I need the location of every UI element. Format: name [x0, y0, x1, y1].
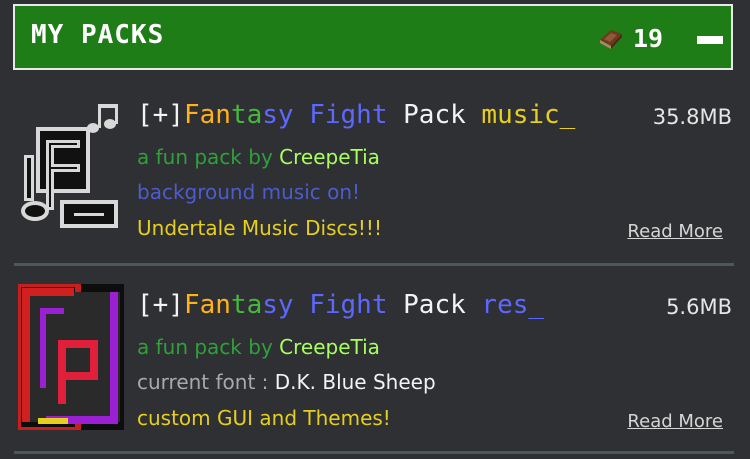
- music-pack-thumbnail: [18, 92, 124, 238]
- divider: [14, 263, 734, 266]
- resource-pack-thumbnail: [18, 284, 124, 430]
- pack-author: a fun pack by CreepeTia: [137, 335, 380, 359]
- pack-description-2: custom GUI and Themes!: [137, 406, 391, 430]
- pack-item[interactable]: [+]Fantasy Fight Pack music_ a fun pack …: [0, 78, 750, 263]
- pack-description-2: Undertale Music Discs!!!: [137, 216, 382, 240]
- read-more-link[interactable]: Read More: [627, 411, 723, 432]
- pack-description-1: background music on!: [137, 180, 361, 204]
- pack-size: 35.8MB: [652, 105, 732, 129]
- pack-title: [+]Fantasy Fight Pack res_: [137, 290, 545, 320]
- divider: [14, 451, 734, 454]
- pack-count: 19: [597, 21, 663, 55]
- header-title: MY PACKS: [31, 20, 165, 50]
- pack-count-value: 19: [633, 23, 664, 53]
- pack-item[interactable]: [+]Fantasy Fight Pack res_ a fun pack by…: [0, 268, 750, 453]
- minus-icon[interactable]: [697, 36, 723, 44]
- my-packs-header[interactable]: MY PACKS 19: [13, 4, 733, 70]
- book-icon: [600, 30, 622, 49]
- pack-author: a fun pack by CreepeTia: [137, 145, 380, 169]
- pack-title: [+]Fantasy Fight Pack music_: [137, 100, 576, 130]
- read-more-link[interactable]: Read More: [627, 221, 723, 242]
- pack-size: 5.6MB: [666, 295, 732, 319]
- pack-description-1: current font : D.K. Blue Sheep: [137, 370, 436, 394]
